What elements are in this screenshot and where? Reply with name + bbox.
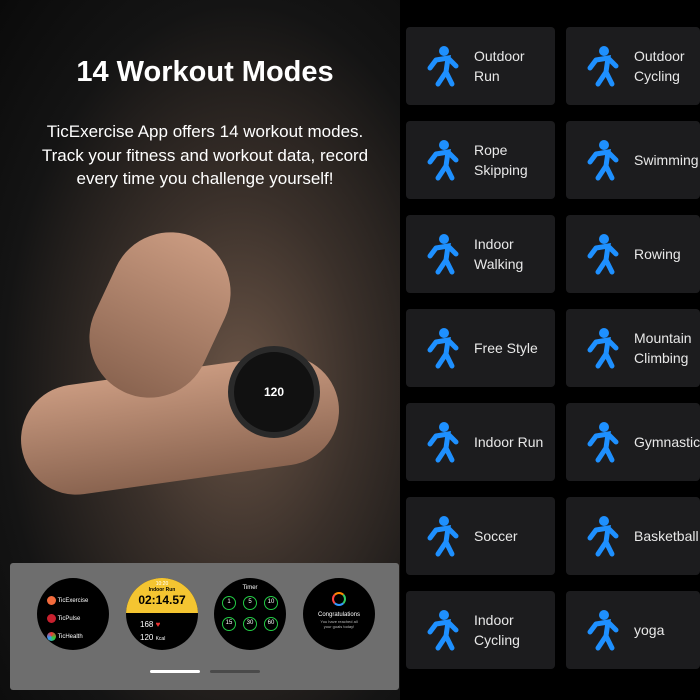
- workout-mode-label: Free Style: [474, 340, 538, 356]
- workout-mode-tile[interactable]: Indoor Walking: [406, 215, 555, 293]
- subtitle: TicExercise App offers 14 workout modes.…: [41, 122, 369, 188]
- rowing-icon: [587, 234, 619, 275]
- face-timer: Timer 1 5 10 15 30 60: [214, 578, 286, 650]
- workout-mode-label: Outdoor Cycling: [634, 48, 685, 84]
- page-title: 14 Workout Modes: [76, 56, 334, 88]
- workout-mode-tile[interactable]: Outdoor Run: [406, 27, 555, 105]
- timer-option[interactable]: 30: [243, 617, 257, 631]
- smartwatch: 120: [228, 346, 320, 438]
- timer-option[interactable]: 60: [264, 617, 278, 631]
- outdoor-run-icon: [427, 46, 459, 87]
- free-style-icon: [427, 328, 459, 369]
- workout-mode-tile[interactable]: Free Style: [406, 309, 555, 387]
- workout-mode-tile[interactable]: Swimming: [566, 121, 700, 199]
- watch-face-carousel[interactable]: TicExercise TicPulse TicHealth 10:20 Ind…: [10, 563, 399, 690]
- workout-mode-tile[interactable]: Outdoor Cycling: [566, 27, 700, 105]
- cycling-icon: [587, 46, 619, 87]
- workout-mode-label: Swimming: [634, 152, 699, 168]
- walking-icon: [427, 234, 459, 275]
- page-indicator-active[interactable]: [150, 670, 200, 673]
- goal-ring-icon: [332, 592, 346, 606]
- swimming-icon: [587, 140, 619, 181]
- workout-mode-label: Outdoor Run: [474, 48, 525, 84]
- timer-option[interactable]: 15: [222, 617, 236, 631]
- workout-mode-label: Rope Skipping: [474, 142, 528, 178]
- workout-mode-tile[interactable]: Indoor Cycling: [406, 591, 555, 669]
- workout-mode-tile[interactable]: Rope Skipping: [406, 121, 555, 199]
- rope-skipping-icon: [427, 140, 459, 181]
- workout-mode-label: Rowing: [634, 246, 681, 262]
- workout-mode-tile[interactable]: Rowing: [566, 215, 700, 293]
- workout-mode-label: Gymnastics: [634, 434, 700, 450]
- workout-mode-tile[interactable]: yoga: [566, 591, 700, 669]
- workout-mode-tile[interactable]: Basketball: [566, 497, 700, 575]
- workout-mode-label: Indoor Walking: [474, 236, 524, 272]
- workout-mode-tile[interactable]: Soccer: [406, 497, 555, 575]
- timer-option[interactable]: 1: [222, 596, 236, 610]
- indoor-run-icon: [427, 422, 459, 463]
- workout-mode-label: Soccer: [474, 528, 518, 544]
- workout-mode-label: Indoor Run: [474, 434, 544, 450]
- page-indicator[interactable]: [210, 670, 260, 673]
- workout-mode-tile[interactable]: Indoor Run: [406, 403, 555, 481]
- face-congratulations: Congratulations You have reached all you…: [303, 578, 375, 650]
- face-apps: TicExercise TicPulse TicHealth: [37, 578, 109, 650]
- soccer-icon: [427, 516, 459, 557]
- basketball-icon: [587, 516, 619, 557]
- gymnastics-icon: [587, 422, 619, 463]
- workout-mode-tile[interactable]: Gymnastics: [566, 403, 700, 481]
- workout-mode-label: Indoor Cycling: [474, 612, 520, 648]
- workout-mode-label: Mountain Climbing: [634, 330, 692, 366]
- timer-option[interactable]: 5: [243, 596, 257, 610]
- indoor-cycling-icon: [427, 610, 459, 651]
- timer-option[interactable]: 10: [264, 596, 278, 610]
- workout-mode-tile[interactable]: Mountain Climbing: [566, 309, 700, 387]
- yoga-icon: [587, 610, 619, 651]
- workout-mode-label: Basketball: [634, 528, 699, 544]
- face-indoor-run: 10:20 Indoor Run 02:14.57 168 ♥ 120 Kcal: [126, 578, 198, 650]
- climbing-icon: [587, 328, 619, 369]
- workout-mode-label: yoga: [634, 622, 665, 638]
